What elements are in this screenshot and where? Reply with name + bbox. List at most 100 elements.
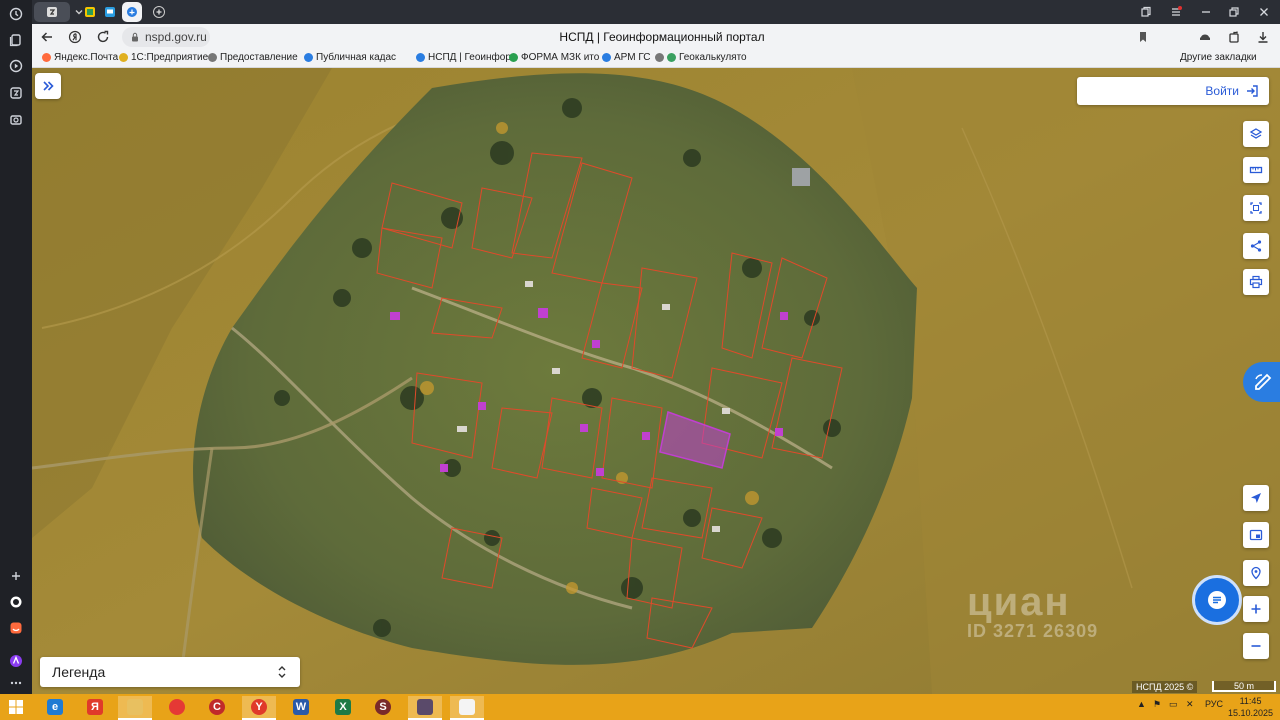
print-button[interactable]: [1243, 269, 1269, 295]
taskbar-excel[interactable]: X: [326, 696, 360, 718]
table-icon: [509, 53, 518, 62]
menu-button[interactable]: [1166, 3, 1186, 21]
url-field[interactable]: nspd.gov.ru: [122, 27, 210, 47]
taskbar-yandex-browser[interactable]: Я: [78, 696, 112, 718]
tab-nspd[interactable]: [122, 2, 142, 22]
taskbar-app-photo[interactable]: [408, 696, 442, 720]
start-button[interactable]: [2, 696, 30, 718]
taskbar-notepad[interactable]: [450, 696, 484, 720]
legend-dropdown[interactable]: Легенда: [40, 657, 300, 687]
yandex-button[interactable]: [66, 28, 84, 46]
taskbar-explorer[interactable]: [118, 696, 152, 720]
bookmarks-panel-button[interactable]: [1136, 3, 1156, 21]
volume-muted-icon[interactable]: ✕: [1186, 699, 1194, 710]
feedback-icon: [1255, 373, 1272, 390]
zoom-in-icon: [1251, 604, 1261, 614]
layers-button[interactable]: [1243, 121, 1269, 147]
browser-sidebar: [0, 0, 32, 694]
ruler-icon: [1249, 166, 1263, 174]
login-button[interactable]: Войти: [1077, 77, 1269, 105]
gosuslugi-button[interactable]: [1243, 362, 1280, 402]
clock-date: 15.10.2025: [1228, 708, 1274, 718]
taskbar-yandex[interactable]: Y: [242, 696, 276, 720]
new-tab-button[interactable]: [150, 2, 168, 22]
taskbar-chrome[interactable]: [160, 696, 194, 718]
zoom-in-button[interactable]: [1243, 596, 1269, 622]
bookmark-arm-gs[interactable]: АРМ ГС: [602, 52, 651, 63]
bookmark-public-cadastral[interactable]: Публичная кадас: [304, 52, 396, 63]
history-icon[interactable]: [7, 5, 25, 23]
taskbar-word[interactable]: W: [284, 696, 318, 718]
select-area-button[interactable]: [1243, 195, 1269, 221]
bookmark-provision[interactable]: Предоставление: [208, 52, 298, 63]
geo-search-button[interactable]: [1243, 560, 1269, 586]
cadastral-icon: [304, 53, 313, 62]
market-icon[interactable]: [7, 619, 25, 637]
close-button[interactable]: [1254, 3, 1274, 21]
bookmark-yandex-mail[interactable]: Яндекс.Почта: [42, 52, 118, 63]
reload-button[interactable]: [94, 28, 112, 46]
nspd-tab-icon: [127, 7, 137, 17]
play-icon[interactable]: [7, 57, 25, 75]
messenger-icon: [105, 7, 115, 17]
1c-icon: [119, 53, 128, 62]
watermark-id: ID 3271 26309: [967, 621, 1099, 641]
tab-pinned-1[interactable]: [82, 2, 98, 22]
taskbar-ie[interactable]: e: [38, 696, 72, 718]
locate-button[interactable]: [1243, 485, 1269, 511]
bookmark-button[interactable]: [1134, 28, 1152, 46]
chat-button[interactable]: [1192, 575, 1242, 625]
copy-icon: [1141, 6, 1151, 17]
tab-pinned-2[interactable]: [102, 2, 118, 22]
screenshot-icon[interactable]: [7, 111, 25, 129]
excel-icon: X: [335, 699, 351, 715]
expand-panel-button[interactable]: [35, 73, 61, 99]
collections-icon[interactable]: [7, 31, 25, 49]
menu-icon: [1172, 6, 1182, 16]
minimap-button[interactable]: [1243, 522, 1269, 548]
network-icon[interactable]: ▭: [1169, 699, 1178, 710]
zoom-out-button[interactable]: [1243, 633, 1269, 659]
puzzle-icon: [1229, 31, 1239, 43]
language-indicator[interactable]: РУС: [1205, 699, 1223, 709]
bookmark-geocalculator[interactable]: Геокалькулято: [655, 52, 747, 63]
extensions-button[interactable]: [1226, 28, 1244, 46]
page-title: НСПД | Геоинформационный портал: [559, 30, 765, 44]
share-button[interactable]: [1243, 233, 1269, 259]
ie-icon: e: [47, 699, 63, 715]
downloads-button[interactable]: [1254, 28, 1272, 46]
chevron-up-down-icon: [278, 666, 286, 678]
bookmark-nspd[interactable]: НСПД | Геоинфор: [416, 52, 511, 63]
mail-icon[interactable]: [7, 84, 25, 102]
other-bookmarks[interactable]: Другие закладки: [1180, 52, 1257, 63]
download-icon: [1258, 32, 1268, 43]
extension-button[interactable]: [1196, 28, 1214, 46]
bookmark-label: Предоставление: [220, 52, 298, 63]
minimize-button[interactable]: [1196, 3, 1216, 21]
add-panel-icon[interactable]: [7, 567, 25, 585]
bookmark-mzk-form[interactable]: ФОРМА МЗК ито: [509, 52, 599, 63]
tray-expand-icon[interactable]: ▲: [1137, 699, 1146, 709]
flag-icon[interactable]: ⚑: [1153, 699, 1161, 710]
bookmark-label: АРМ ГС: [614, 52, 651, 63]
tab-group[interactable]: [34, 2, 70, 22]
legend-label: Легенда: [52, 664, 106, 680]
bookmark-label: 1С:Предприятие: [131, 52, 209, 63]
map-view[interactable]: Войти Легенда циан ID 3271 26309 НСПД 20…: [32, 68, 1280, 694]
restore-icon: [1229, 7, 1239, 17]
bookmark-1c[interactable]: 1С:Предприятие: [119, 52, 208, 63]
alice-icon[interactable]: [7, 593, 25, 611]
word-icon: W: [293, 699, 309, 715]
locate-icon: [1251, 493, 1261, 503]
photo-app-icon: [417, 699, 433, 715]
ruler-button[interactable]: [1243, 157, 1269, 183]
taskbar-app-s[interactable]: S: [366, 696, 400, 718]
back-button[interactable]: [38, 28, 56, 46]
plus-icon: [153, 6, 165, 18]
map-copyright: НСПД 2025 ©: [1132, 681, 1198, 693]
clock[interactable]: 11:45 15.10.2025: [1228, 695, 1273, 719]
restore-button[interactable]: [1224, 3, 1244, 21]
assistant-icon[interactable]: [7, 652, 25, 670]
more-icon[interactable]: [7, 674, 25, 692]
taskbar-app-c[interactable]: C: [200, 696, 234, 718]
